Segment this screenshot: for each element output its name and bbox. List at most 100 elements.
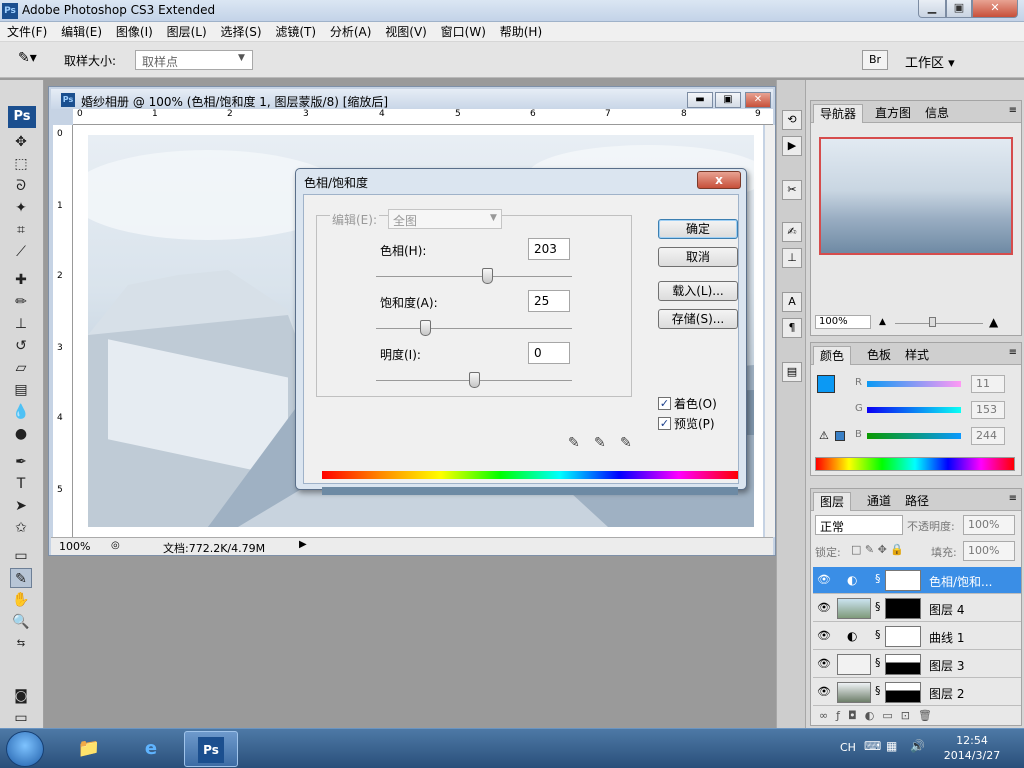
panel-menu-icon[interactable]: ≡ bbox=[1009, 493, 1017, 504]
hand-tool-icon[interactable]: ✋ bbox=[10, 590, 32, 610]
navigator-zoom-thumb[interactable] bbox=[929, 317, 936, 327]
save-button[interactable]: 存储(S)... bbox=[658, 309, 738, 329]
tab-histogram[interactable]: 直方图 bbox=[869, 104, 917, 123]
start-button[interactable] bbox=[6, 731, 44, 767]
quick-mask-icon[interactable]: ◙ bbox=[10, 686, 32, 706]
g-slider[interactable] bbox=[867, 407, 961, 413]
cancel-button[interactable]: 取消 bbox=[658, 247, 738, 267]
menu-view[interactable]: 视图(V) bbox=[380, 22, 432, 42]
color-ramp[interactable] bbox=[815, 457, 1015, 471]
dialog-close-button[interactable]: x bbox=[697, 171, 741, 189]
lock-icons[interactable]: □ ✎ ✥ 🔒 bbox=[851, 543, 904, 556]
document-minimize-button[interactable]: ▬ bbox=[687, 92, 713, 108]
navigator-zoom-field[interactable]: 100% bbox=[815, 315, 871, 329]
sample-size-select[interactable]: 取样点 bbox=[135, 50, 253, 70]
ie-taskbar-icon[interactable]: e bbox=[124, 731, 178, 767]
photoshop-taskbar-button[interactable]: Ps bbox=[184, 731, 238, 767]
b-slider[interactable] bbox=[867, 433, 961, 439]
input-language[interactable]: CH bbox=[840, 741, 856, 754]
document-close-button[interactable]: ✕ bbox=[745, 92, 771, 108]
saturation-slider-track[interactable] bbox=[376, 328, 572, 329]
b-value[interactable]: 244 bbox=[971, 427, 1005, 445]
tab-paths[interactable]: 路径 bbox=[899, 492, 935, 511]
eraser-tool-icon[interactable]: ▱ bbox=[10, 358, 32, 378]
status-arrow-icon[interactable]: ▶ bbox=[299, 539, 307, 550]
layer-row[interactable]: 👁 § 图层 3 bbox=[813, 651, 1021, 678]
close-window-button[interactable]: ✕ bbox=[972, 0, 1018, 18]
type-tool-icon[interactable]: T bbox=[10, 474, 32, 494]
layer-mask-thumbnail[interactable] bbox=[885, 682, 921, 703]
ok-button[interactable]: 确定 bbox=[658, 219, 738, 239]
menu-select[interactable]: 选择(S) bbox=[216, 22, 267, 42]
visibility-eye-icon[interactable]: 👁 bbox=[817, 685, 831, 698]
menu-file[interactable]: 文件(F) bbox=[2, 22, 52, 42]
layer-mask-thumbnail[interactable] bbox=[885, 598, 921, 619]
navigator-thumbnail[interactable] bbox=[819, 137, 1013, 255]
swap-colors-icon[interactable]: ⇆ bbox=[10, 634, 32, 654]
bridge-button[interactable]: Br bbox=[862, 50, 888, 70]
blend-mode-select[interactable]: 正常 bbox=[815, 515, 903, 535]
actions-panel-icon[interactable]: ▶ bbox=[782, 136, 802, 156]
tool-presets-icon[interactable]: ✂ bbox=[782, 180, 802, 200]
menu-analysis[interactable]: 分析(A) bbox=[325, 22, 377, 42]
volume-icon[interactable]: 🔊 bbox=[910, 739, 925, 753]
status-menu-icon[interactable]: ◎ bbox=[111, 540, 120, 551]
layer-row[interactable]: 👁 § 图层 4 bbox=[813, 595, 1021, 622]
lasso-tool-icon[interactable]: ᘐ bbox=[10, 176, 32, 196]
move-tool-icon[interactable]: ✥ bbox=[10, 132, 32, 152]
maximize-button[interactable]: ▣ bbox=[946, 0, 972, 18]
panel-menu-icon[interactable]: ≡ bbox=[1009, 347, 1017, 358]
zoom-tool-icon[interactable]: 🔍 bbox=[10, 612, 32, 632]
menu-window[interactable]: 窗口(W) bbox=[436, 22, 491, 42]
visibility-eye-icon[interactable]: 👁 bbox=[817, 601, 831, 614]
tab-color[interactable]: 颜色 bbox=[813, 346, 852, 365]
layer-actions-bar[interactable]: ∞ƒ◘◐▭⊡🗑 bbox=[819, 709, 940, 722]
zoom-out-icon[interactable]: ▲ bbox=[879, 317, 886, 327]
tab-info[interactable]: 信息 bbox=[919, 104, 955, 123]
shape-tool-icon[interactable]: ✩ bbox=[10, 518, 32, 538]
menu-filter[interactable]: 滤镜(T) bbox=[270, 22, 321, 42]
colorize-checkbox[interactable]: ✓ bbox=[658, 397, 671, 410]
minimize-button[interactable]: ▁ bbox=[918, 0, 946, 18]
edit-channel-select[interactable]: 全图 bbox=[388, 209, 502, 229]
menu-help[interactable]: 帮助(H) bbox=[495, 22, 547, 42]
explorer-taskbar-icon[interactable]: 📁 bbox=[62, 731, 116, 767]
slice-tool-icon[interactable]: ⟋ bbox=[10, 242, 32, 262]
marquee-tool-icon[interactable]: ⬚ bbox=[10, 154, 32, 174]
saturation-slider-thumb[interactable] bbox=[420, 320, 431, 336]
opacity-field[interactable]: 100% bbox=[963, 515, 1015, 535]
layer-row[interactable]: 👁 ◐ § 色相/饱和... bbox=[813, 567, 1021, 594]
healing-brush-tool-icon[interactable]: ✚ bbox=[10, 270, 32, 290]
menu-image[interactable]: 图像(I) bbox=[111, 22, 158, 42]
r-slider[interactable] bbox=[867, 381, 961, 387]
fill-field[interactable]: 100% bbox=[963, 541, 1015, 561]
layer-mask-thumbnail[interactable] bbox=[885, 626, 921, 647]
gradient-tool-icon[interactable]: ▤ bbox=[10, 380, 32, 400]
tab-styles[interactable]: 样式 bbox=[899, 346, 935, 365]
eyedropper-preset-icon[interactable]: ✎▾ bbox=[18, 50, 37, 66]
eyedropper-icon[interactable]: ✎ bbox=[568, 435, 580, 451]
history-panel-icon[interactable]: ⟲ bbox=[782, 110, 802, 130]
load-button[interactable]: 载入(L)... bbox=[658, 281, 738, 301]
blur-tool-icon[interactable]: 💧 bbox=[10, 402, 32, 422]
tab-navigator[interactable]: 导航器 bbox=[813, 104, 864, 123]
r-value[interactable]: 11 bbox=[971, 375, 1005, 393]
document-maximize-button[interactable]: ▣ bbox=[715, 92, 741, 108]
screen-mode-icon[interactable]: ▭ bbox=[10, 708, 32, 728]
clone-source-icon[interactable]: ⊥ bbox=[782, 248, 802, 268]
layer-comps-icon[interactable]: ▤ bbox=[782, 362, 802, 382]
path-select-tool-icon[interactable]: ➤ bbox=[10, 496, 32, 516]
visibility-eye-icon[interactable]: 👁 bbox=[817, 657, 831, 670]
color-fg-swatch[interactable] bbox=[817, 375, 835, 393]
clock[interactable]: 12:54 2014/3/27 bbox=[940, 733, 1004, 763]
lightness-slider-thumb[interactable] bbox=[469, 372, 480, 388]
crop-tool-icon[interactable]: ⌗ bbox=[10, 220, 32, 240]
network-icon[interactable]: ▦ bbox=[886, 739, 897, 753]
workspace-menu[interactable]: 工作区 ▾ bbox=[905, 52, 955, 71]
notes-tool-icon[interactable]: ▭ bbox=[10, 546, 32, 566]
keyboard-icon[interactable]: ⌨ bbox=[864, 739, 881, 753]
visibility-eye-icon[interactable]: 👁 bbox=[817, 629, 831, 642]
panel-menu-icon[interactable]: ≡ bbox=[1009, 105, 1017, 116]
lightness-field[interactable]: 0 bbox=[528, 342, 570, 364]
vertical-scrollbar[interactable] bbox=[765, 125, 775, 537]
